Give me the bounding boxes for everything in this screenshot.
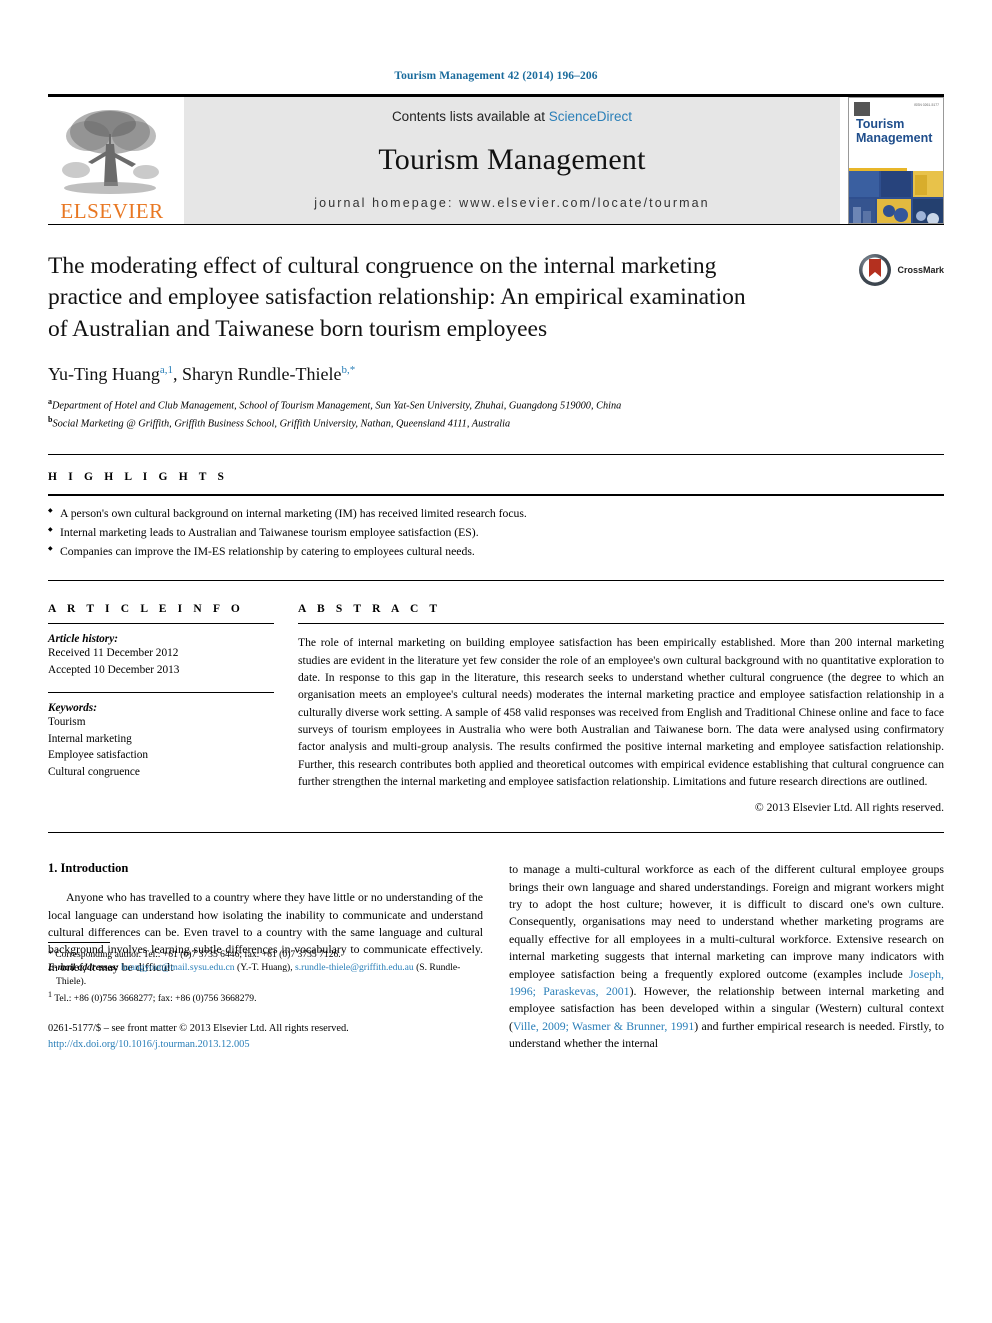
author-list: Yu-Ting Huanga,1, Sharyn Rundle-Thieleb,… <box>48 363 356 384</box>
crossmark-badge[interactable]: CrossMark <box>836 251 944 432</box>
affiliation-b: bSocial Marketing @ Griffith, Griffith B… <box>48 415 511 430</box>
abstract-copyright: © 2013 Elsevier Ltd. All rights reserved… <box>754 801 944 815</box>
running-head: Tourism Management 42 (2014) 196–206 <box>394 70 598 82</box>
article-history-heading: Article history: <box>48 633 118 646</box>
crossmark-icon <box>859 254 892 286</box>
email-addresses-note: E-mail addresses: huangyout@mail.sysu.ed… <box>48 962 461 987</box>
keyword: Employee satisfaction <box>48 749 149 762</box>
issn-block: 0261-5177/$ – see front matter © 2013 El… <box>48 1021 483 1052</box>
article-info-column: A R T I C L E I N F O Article history: R… <box>48 603 298 814</box>
accepted-date: Accepted 10 December 2013 <box>48 663 180 676</box>
keyword: Internal marketing <box>48 732 132 745</box>
abstract-text: The role of internal marketing on buildi… <box>298 636 944 788</box>
contents-line: Contents lists available at ScienceDirec… <box>392 109 632 124</box>
elsevier-logo: ELSEVIER <box>48 97 176 224</box>
article-page: Tourism Management 42 (2014) 196–206 ELS… <box>0 0 992 1323</box>
author-2-superscript: b,* <box>341 363 356 376</box>
cover-title: Tourism Management <box>856 117 933 145</box>
highlights-rule <box>48 494 944 497</box>
body-column-right: to manage a multi-cultural workforce as … <box>509 861 944 1052</box>
article-info-label: A R T I C L E I N F O <box>48 603 244 616</box>
abstract-bottom-rule <box>48 832 944 834</box>
keywords-heading: Keywords: <box>48 702 97 715</box>
highlights-list: A person's own cultural background on in… <box>48 505 944 562</box>
highlights-bottom-rule <box>48 580 944 582</box>
footnote-1: 1 Tel.: +86 (0)756 3668277; fax: +86 (0)… <box>48 989 257 1004</box>
email-link-1[interactable]: huangyout@mail.sysu.edu.cn <box>121 962 235 973</box>
masthead-bottom-rule <box>48 224 944 225</box>
corresponding-author-note: * Corresponding author. Tel.: +61 (0)7 3… <box>48 948 341 960</box>
crossmark-label: CrossMark <box>897 265 944 275</box>
elsevier-tree-icon <box>62 110 159 194</box>
list-item: A person's own cultural background on in… <box>48 505 944 524</box>
list-item: Internal marketing leads to Australian a… <box>48 524 944 543</box>
intro-paragraph-right: to manage a multi-cultural workforce as … <box>509 862 944 1051</box>
elsevier-wordmark: ELSEVIER <box>60 199 164 223</box>
citation-link[interactable]: Ville, 2009; Wasmer & Brunner, 1991 <box>513 1019 694 1033</box>
masthead-center-panel: Contents lists available at ScienceDirec… <box>184 97 840 224</box>
title-block: The moderating effect of cultural congru… <box>48 251 944 432</box>
body-columns: 1. Introduction Anyone who has travelled… <box>48 861 944 1052</box>
author-1-superscript: a,1 <box>159 363 173 376</box>
journal-title: Tourism Management <box>378 143 646 176</box>
affiliation-a: aDepartment of Hotel and Club Management… <box>48 396 622 412</box>
author-2-name: Sharyn Rundle-Thiele <box>182 363 342 384</box>
cover-photo <box>849 170 943 223</box>
keyword: Cultural congruence <box>48 765 140 778</box>
email-link-2[interactable]: s.rundle-thiele@griffith.edu.au <box>295 962 414 973</box>
journal-homepage-link[interactable]: journal homepage: www.elsevier.com/locat… <box>314 196 709 210</box>
highlights-top-rule <box>48 454 944 456</box>
highlights-section: H I G H L I G H T S A person's own cultu… <box>48 454 944 562</box>
section-heading-introduction: 1. Introduction <box>48 861 129 876</box>
body-column-left: 1. Introduction Anyone who has travelled… <box>48 861 483 1052</box>
footnote-rule <box>48 941 110 943</box>
journal-cover-thumbnail: ISSN 0261-5177 Tourism Management <box>848 97 944 224</box>
info-abstract-section: A R T I C L E I N F O Article history: R… <box>48 603 944 814</box>
received-date: Received 11 December 2012 <box>48 647 179 660</box>
cover-elsevier-mark <box>854 102 870 116</box>
abstract-label: A B S T R A C T <box>298 603 442 616</box>
contents-prefix: Contents lists available at <box>391 109 549 124</box>
list-item: Companies can improve the IM-ES relation… <box>48 543 944 562</box>
author-1-name: Yu-Ting Huang <box>48 363 160 384</box>
footnotes: * Corresponding author. Tel.: +61 (0)7 3… <box>48 941 483 1053</box>
issn-line: 0261-5177/$ – see front matter © 2013 El… <box>48 1023 349 1035</box>
keyword: Tourism <box>48 716 86 729</box>
sciencedirect-link[interactable]: ScienceDirect <box>549 109 632 124</box>
abstract-column: A B S T R A C T The role of internal mar… <box>298 603 944 814</box>
journal-masthead: ELSEVIER Contents lists available at Sci… <box>48 97 944 224</box>
affiliations: aDepartment of Hotel and Club Management… <box>48 396 822 433</box>
highlights-label: H I G H L I G H T S <box>48 471 229 484</box>
doi-link[interactable]: http://dx.doi.org/10.1016/j.tourman.2013… <box>48 1037 483 1053</box>
page-title: The moderating effect of cultural congru… <box>48 253 746 342</box>
